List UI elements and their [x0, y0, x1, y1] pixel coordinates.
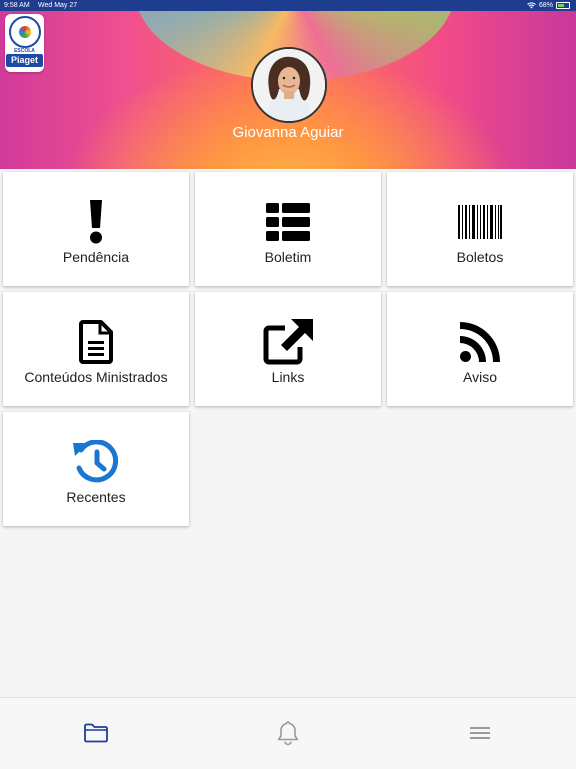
barcode-icon — [458, 205, 502, 239]
status-indicators: 68% — [527, 0, 570, 11]
logo-brand-text: Piaget — [6, 54, 43, 67]
document-icon — [79, 320, 113, 364]
tile-aviso[interactable]: Aviso — [387, 292, 573, 406]
tile-label: Boletim — [264, 249, 312, 265]
folder-icon — [84, 723, 108, 743]
profile-header: ESCOLA Piaget Giovanna Aguiar — [0, 11, 576, 169]
status-time: 9:58 AM — [4, 2, 30, 9]
tile-conteudos-ministrados[interactable]: Conteúdos Ministrados — [3, 292, 189, 406]
history-icon — [73, 440, 119, 483]
battery-percent: 68% — [538, 2, 553, 9]
status-bar: 9:58 AM Wed May 27 68% — [0, 0, 576, 11]
bell-icon — [277, 721, 299, 746]
nav-notifications-button[interactable] — [268, 718, 308, 748]
avatar-photo — [253, 49, 325, 121]
battery-icon — [556, 2, 570, 9]
tile-boletos[interactable]: Boletos — [387, 172, 573, 286]
tile-label: Conteúdos Ministrados — [24, 369, 168, 385]
nav-menu-button[interactable] — [460, 718, 500, 748]
avatar[interactable] — [251, 47, 327, 123]
exclamation-icon — [90, 200, 102, 244]
school-logo[interactable]: ESCOLA Piaget — [5, 14, 44, 72]
nav-folder-button[interactable] — [76, 718, 116, 748]
tile-label: Boletos — [456, 249, 504, 265]
menu-icon — [470, 727, 490, 739]
table-list-icon — [266, 203, 310, 241]
tile-label: Links — [271, 369, 305, 385]
tile-label: Aviso — [463, 369, 497, 385]
bottom-navigation — [0, 697, 576, 769]
wifi-icon — [527, 2, 536, 9]
external-link-icon — [263, 319, 313, 365]
user-name: Giovanna Aguiar — [232, 124, 344, 141]
tile-pendencia[interactable]: Pendência — [3, 172, 189, 286]
tile-boletim[interactable]: Boletim — [195, 172, 381, 286]
tile-recentes[interactable]: Recentes — [3, 412, 189, 526]
tile-links[interactable]: Links — [195, 292, 381, 406]
tile-label: Pendência — [62, 249, 130, 265]
tile-label: Recentes — [66, 489, 126, 505]
status-date: Wed May 27 — [38, 2, 78, 9]
logo-emblem-icon — [9, 16, 41, 48]
rss-icon — [460, 322, 500, 362]
